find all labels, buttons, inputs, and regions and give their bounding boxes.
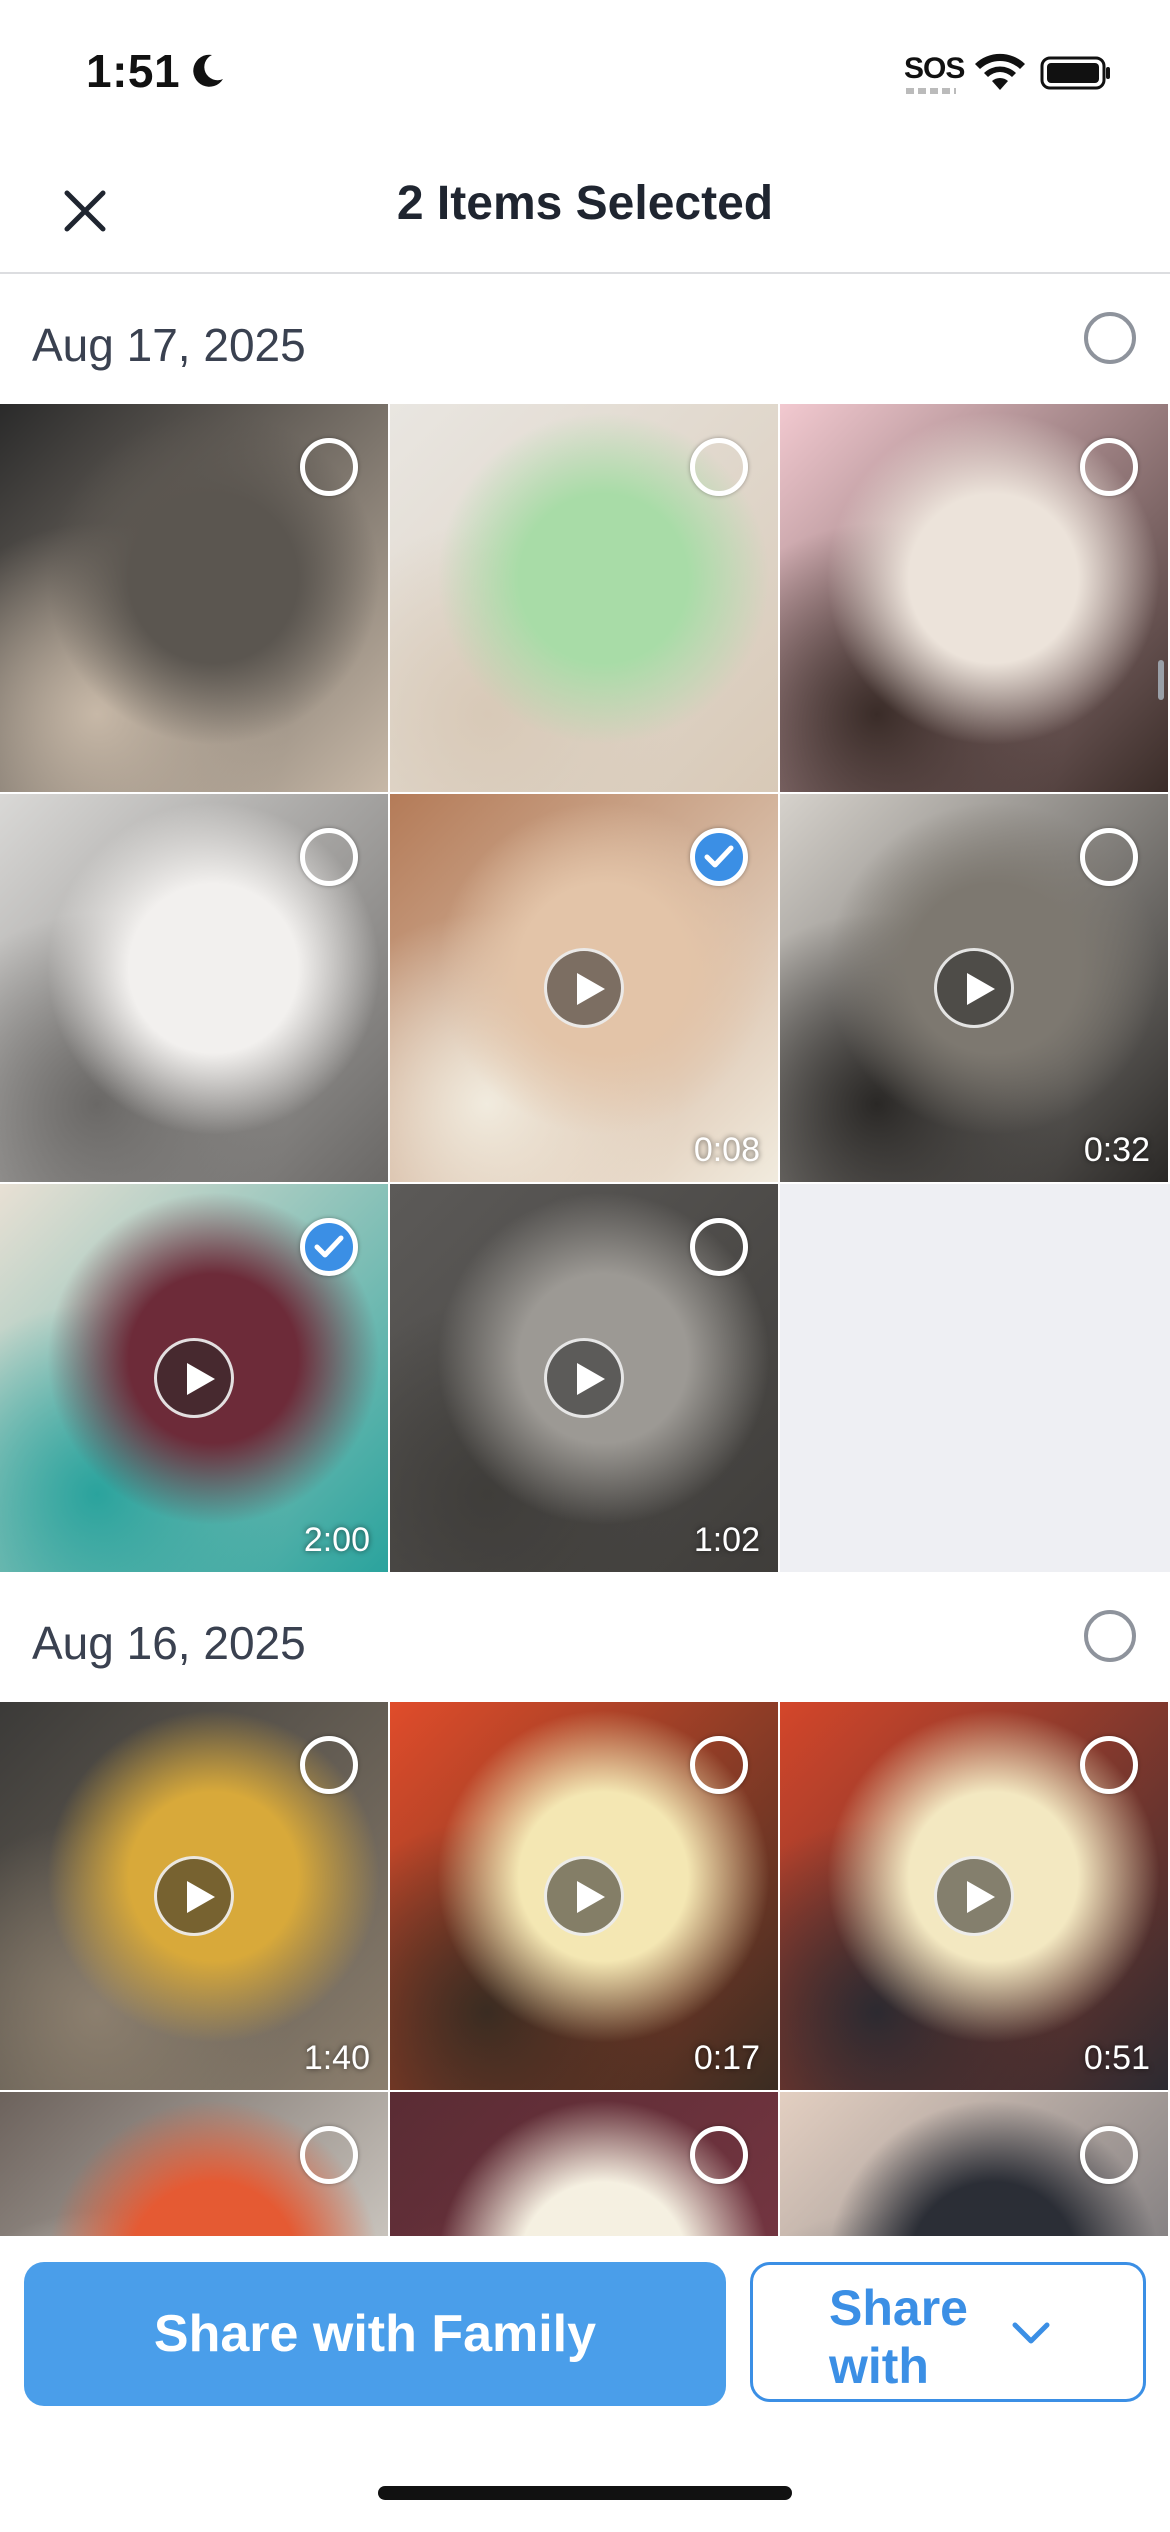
chevron-down-icon: [1012, 2322, 1050, 2344]
section-header-aug-16: Aug 16, 2025: [0, 1572, 1170, 1702]
play-button[interactable]: [544, 1338, 624, 1418]
moon-icon: [193, 54, 223, 87]
home-indicator[interactable]: [378, 2486, 792, 2500]
share-with-family-button[interactable]: Share with Family: [24, 2262, 726, 2406]
play-icon: [967, 973, 995, 1005]
share-with-button[interactable]: Share with: [750, 2262, 1146, 2402]
play-button[interactable]: [544, 1856, 624, 1936]
play-icon: [187, 1881, 215, 1913]
status-time: 1:51: [86, 45, 181, 97]
play-icon: [967, 1881, 995, 1913]
battery-icon: [1040, 56, 1110, 90]
video-thumbnail[interactable]: 1:40: [0, 1702, 388, 2090]
play-icon: [187, 1363, 215, 1395]
checkmark-icon: [704, 845, 734, 868]
checkmark-icon: [314, 1235, 344, 1258]
select-circle[interactable]: [1080, 828, 1138, 886]
section-date: Aug 17, 2025: [32, 319, 306, 371]
play-icon: [577, 973, 605, 1005]
video-duration: 1:40: [303, 2039, 370, 2077]
photo-thumbnail[interactable]: [390, 2092, 778, 2236]
select-circle[interactable]: [1080, 2126, 1138, 2184]
video-thumbnail[interactable]: 0:17: [390, 1702, 778, 2090]
video-thumbnail[interactable]: 0:51: [780, 1702, 1168, 2090]
selection-header: 2 Items Selected: [0, 150, 1170, 274]
select-circle[interactable]: [690, 2126, 748, 2184]
select-circle[interactable]: [300, 438, 358, 496]
video-duration: 2:00: [303, 1521, 370, 1559]
play-button[interactable]: [934, 948, 1014, 1028]
play-icon: [577, 1881, 605, 1913]
select-all-circle[interactable]: [1084, 312, 1136, 364]
select-circle[interactable]: [300, 828, 358, 886]
play-button[interactable]: [544, 948, 624, 1028]
select-circle[interactable]: [690, 438, 748, 496]
page-title: 2 Items Selected: [396, 177, 774, 230]
selected-checkmark[interactable]: [690, 828, 748, 886]
video-thumbnail[interactable]: 1:02: [390, 1184, 778, 1572]
wifi-icon: [975, 53, 1025, 90]
play-button[interactable]: [154, 1338, 234, 1418]
select-circle[interactable]: [1080, 1736, 1138, 1794]
share-with-label: Share with: [829, 2280, 968, 2394]
select-circle[interactable]: [300, 1736, 358, 1794]
select-all-circle[interactable]: [1084, 1610, 1136, 1662]
section-date: Aug 16, 2025: [32, 1617, 306, 1669]
video-duration: 0:32: [1083, 1131, 1150, 1169]
selected-checkmark[interactable]: [300, 1218, 358, 1276]
video-duration: 1:02: [693, 1521, 760, 1559]
play-button[interactable]: [154, 1856, 234, 1936]
photo-thumbnail[interactable]: [0, 794, 388, 1182]
select-circle[interactable]: [690, 1218, 748, 1276]
photo-grid[interactable]: Aug 17, 2025 0:08 0:32 2:00 1:02 Aug 16, 20…: [0, 274, 1170, 2236]
select-circle[interactable]: [300, 2126, 358, 2184]
scrollbar[interactable]: [1158, 660, 1164, 700]
video-thumbnail[interactable]: 2:00: [0, 1184, 388, 1572]
photo-thumbnail[interactable]: [390, 404, 778, 792]
photo-thumbnail[interactable]: [0, 404, 388, 792]
signal-dots: [906, 88, 956, 94]
select-circle[interactable]: [690, 1736, 748, 1794]
video-duration: 0:51: [1083, 2039, 1150, 2077]
section-header-aug-17: Aug 17, 2025: [0, 274, 1170, 404]
sos-indicator: SOS: [904, 52, 965, 85]
video-duration: 0:17: [693, 2039, 760, 2077]
select-circle[interactable]: [1080, 438, 1138, 496]
video-duration: 0:08: [693, 1131, 760, 1169]
status-bar: 1:51 SOS: [0, 0, 1170, 150]
play-button[interactable]: [934, 1856, 1014, 1936]
photo-thumbnail[interactable]: [0, 2092, 388, 2236]
video-thumbnail[interactable]: 0:32: [780, 794, 1168, 1182]
empty-grid-cell: [780, 1184, 1170, 1572]
photo-thumbnail[interactable]: [780, 404, 1168, 792]
play-icon: [577, 1363, 605, 1395]
video-thumbnail[interactable]: 0:08: [390, 794, 778, 1182]
photo-thumbnail[interactable]: [780, 2092, 1168, 2236]
